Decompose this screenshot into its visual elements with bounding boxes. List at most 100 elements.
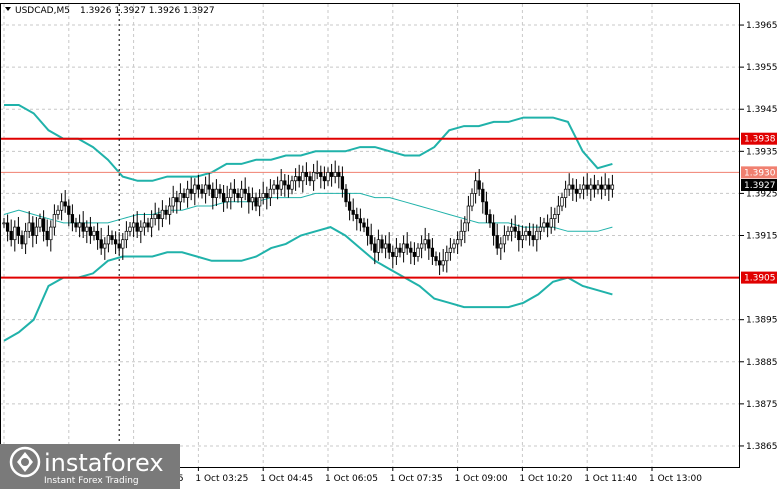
candle-body	[49, 226, 53, 241]
candle-body	[542, 222, 546, 228]
candle-body	[538, 226, 543, 232]
candle-body	[200, 188, 204, 194]
candle-body	[304, 172, 309, 177]
candle-body	[167, 205, 172, 215]
candle-body	[517, 230, 521, 241]
candle-body	[419, 243, 424, 249]
candle-body	[499, 243, 503, 249]
candle-body	[16, 226, 21, 236]
candle-body	[207, 184, 211, 190]
candle-body	[581, 184, 586, 190]
candle-body	[351, 209, 355, 215]
candle-body	[41, 218, 46, 232]
candle-body	[301, 172, 305, 182]
candle-body	[369, 235, 373, 245]
candle-body	[203, 184, 208, 194]
candle-body	[164, 209, 168, 215]
candle-body	[592, 184, 597, 190]
bb-middle-line	[3, 192, 613, 232]
y-tick-label: 1.3865	[746, 442, 778, 452]
x-tick-label: 1 Oct 07:35	[390, 474, 443, 484]
candle-body	[247, 193, 251, 203]
candle-body	[319, 172, 323, 177]
candle-body	[441, 260, 445, 266]
candle-body	[322, 176, 327, 182]
y-tick-label: 1.3915	[746, 232, 778, 242]
candle-body	[214, 188, 219, 198]
candle-body	[362, 222, 366, 228]
candle-body	[20, 235, 24, 245]
candle-body	[531, 235, 535, 241]
candle-body	[9, 230, 13, 241]
candle-body	[171, 197, 175, 207]
candle-body	[452, 243, 456, 249]
candle-body	[297, 176, 301, 182]
candle-body	[535, 230, 539, 241]
candle-body	[344, 188, 348, 203]
candle-body	[236, 193, 240, 198]
candle-body	[70, 214, 75, 224]
x-tick-label: 1 Oct 03:25	[195, 474, 248, 484]
candle-body	[329, 172, 334, 177]
candle-body	[229, 188, 233, 198]
y-tick-label: 1.3925	[746, 189, 778, 199]
candle-body	[491, 222, 496, 236]
candle-body	[556, 205, 561, 215]
candle-body	[437, 260, 442, 266]
candle-body	[261, 193, 265, 198]
candle-body	[308, 176, 312, 182]
ohlc-readout: 1.3926 1.3927 1.3926 1.3927	[80, 6, 215, 16]
candle-body	[484, 201, 489, 215]
candle-body	[110, 235, 114, 241]
y-tick-label: 1.3875	[746, 400, 778, 410]
candle-body	[290, 180, 294, 190]
x-tick-label: 1 Oct 04:45	[260, 474, 313, 484]
candle-body	[182, 193, 186, 198]
candle-body	[193, 184, 197, 194]
candle-body	[553, 214, 557, 220]
price-levels: 1.39381.39301.39051.3927	[0, 132, 777, 284]
candle-body	[103, 243, 107, 249]
candle-body	[106, 235, 111, 245]
candle-body	[2, 222, 6, 225]
candle-body	[326, 172, 330, 182]
candle-body	[520, 235, 525, 241]
y-tick-label: 1.3965	[746, 21, 778, 31]
candle-body	[477, 180, 481, 190]
candle-body	[45, 230, 49, 241]
candle-body	[376, 239, 381, 253]
candle-body	[279, 180, 283, 190]
candle-body	[340, 176, 345, 190]
candle-body	[416, 247, 420, 257]
candle-body	[430, 247, 435, 257]
candle-body	[128, 226, 132, 232]
candle-body	[502, 235, 507, 245]
x-tick-label: 1 Oct 09:00	[455, 474, 508, 484]
candle-body	[383, 243, 388, 249]
watermark-brand: instaforex	[44, 449, 164, 477]
candle-body	[225, 197, 229, 203]
candle-body	[596, 184, 600, 190]
candle-body	[77, 222, 82, 228]
candle-body	[495, 235, 499, 249]
candle-body	[427, 239, 431, 249]
candle-body	[239, 188, 244, 198]
candle-body	[146, 222, 150, 228]
candle-body	[149, 218, 154, 228]
candle-body	[254, 197, 258, 207]
price-level-label: 1.3930	[744, 168, 776, 178]
price-level-label: 1.3938	[744, 135, 776, 145]
candle-body	[13, 226, 17, 241]
bollinger-bands	[3, 104, 613, 342]
candle-body	[196, 184, 201, 190]
candle-body	[333, 172, 337, 177]
candle-body	[34, 226, 39, 236]
candle-body	[466, 205, 471, 224]
candle-body	[211, 188, 215, 198]
candle-body	[398, 247, 402, 253]
candle-body	[607, 184, 611, 190]
candle-body	[160, 209, 165, 220]
candle-body	[337, 172, 341, 177]
dropdown-triangle-icon[interactable]	[5, 7, 11, 11]
candle-body	[221, 193, 226, 203]
